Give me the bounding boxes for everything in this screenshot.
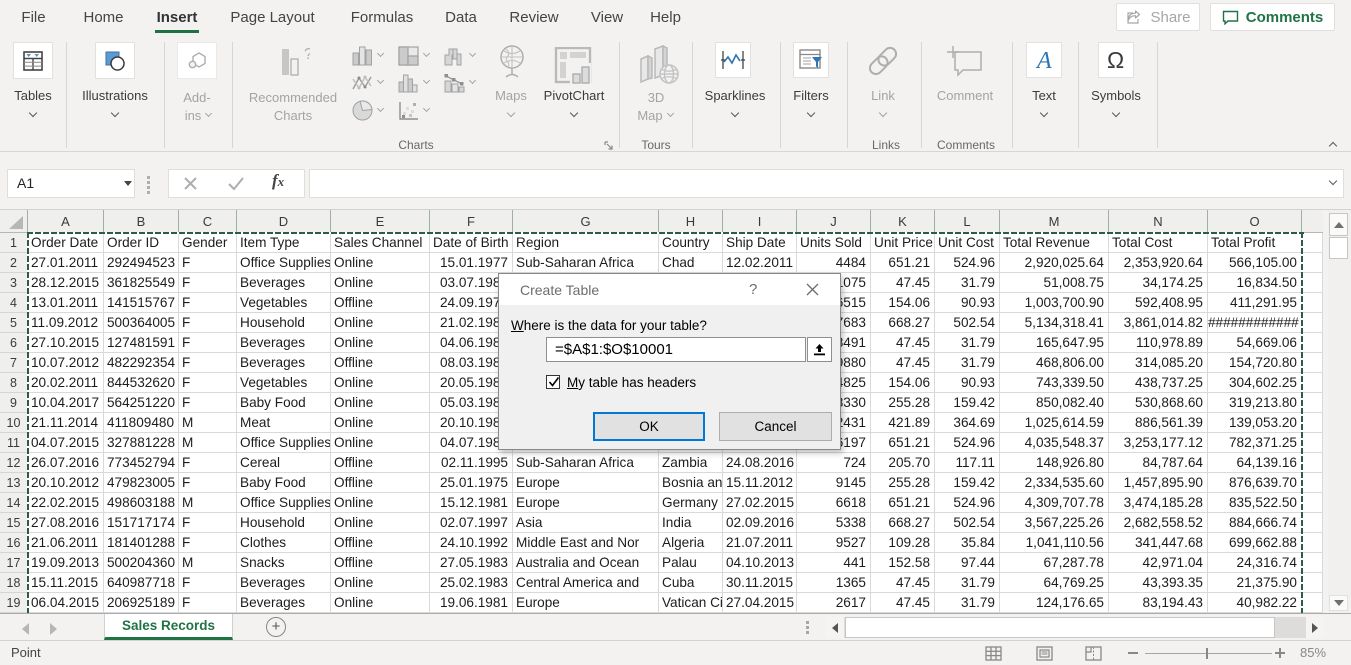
svg-text:A: A — [1035, 48, 1052, 72]
svg-text:?: ? — [304, 46, 310, 63]
svg-text:Ω: Ω — [1107, 47, 1124, 73]
